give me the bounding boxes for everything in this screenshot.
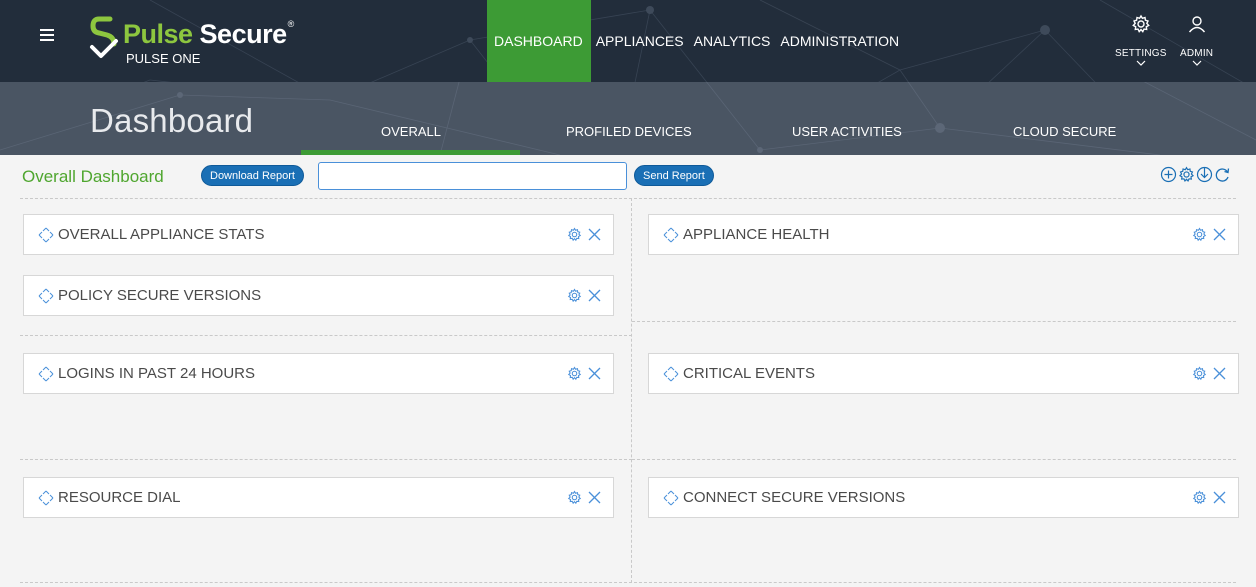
widget-connect-secure-versions: CONNECT SECURE VERSIONS — [648, 477, 1239, 518]
product-name: PULSE ONE — [126, 51, 201, 66]
widget-title: POLICY SECURE VERSIONS — [58, 287, 262, 304]
widget-title: CONNECT SECURE VERSIONS — [683, 489, 906, 506]
brand-name: Pulse Secure® — [123, 19, 294, 50]
grid-separator — [632, 321, 1236, 322]
dashboard-toolbar: Overall Dashboard Download Report Send R… — [0, 155, 1256, 198]
grid-separator — [20, 198, 1236, 199]
close-icon[interactable] — [1213, 367, 1226, 380]
brand-name-second: Secure — [192, 19, 288, 49]
dashboard-title: Overall Dashboard — [22, 167, 164, 186]
widget-policy-secure-versions: POLICY SECURE VERSIONS — [23, 275, 614, 316]
widget-title: CRITICAL EVENTS — [683, 365, 815, 382]
report-email-input[interactable] — [318, 162, 627, 190]
chevron-down-icon — [1136, 60, 1146, 66]
sub-header: Dashboard OVERALL PROFILED DEVICES USER … — [0, 82, 1256, 155]
tab-overall[interactable]: OVERALL — [381, 124, 441, 139]
refresh-icon[interactable] — [1214, 166, 1231, 183]
grid-separator — [20, 335, 632, 336]
page-title: Dashboard — [90, 102, 254, 139]
admin-menu-button[interactable]: ADMIN — [1180, 14, 1213, 66]
widget-critical-events: CRITICAL EVENTS — [648, 353, 1239, 394]
gear-icon[interactable] — [567, 288, 582, 303]
nav-dashboard[interactable]: DASHBOARD — [487, 0, 591, 82]
add-icon[interactable] — [1160, 166, 1177, 183]
move-icon[interactable] — [663, 227, 679, 243]
gear-icon — [1131, 14, 1150, 33]
gear-icon[interactable] — [1192, 366, 1207, 381]
user-icon — [1188, 16, 1205, 33]
close-icon[interactable] — [1213, 228, 1226, 241]
close-icon[interactable] — [588, 289, 601, 302]
close-icon[interactable] — [588, 228, 601, 241]
nav-appliances[interactable]: APPLIANCES — [591, 0, 689, 82]
nav-administration[interactable]: ADMINISTRATION — [775, 0, 904, 82]
close-icon[interactable] — [588, 491, 601, 504]
chevron-down-icon — [1192, 60, 1202, 66]
main-navigation: DASHBOARD APPLIANCES ANALYTICS ADMINISTR… — [487, 0, 904, 82]
move-icon[interactable] — [663, 366, 679, 382]
move-icon[interactable] — [38, 288, 54, 304]
close-icon[interactable] — [588, 367, 601, 380]
tab-cloud-secure[interactable]: CLOUD SECURE — [1013, 124, 1116, 139]
widget-appliance-health: APPLIANCE HEALTH — [648, 214, 1239, 255]
dashboard-tool-icons — [1160, 166, 1231, 183]
widget-title: OVERALL APPLIANCE STATS — [58, 226, 265, 243]
grid-separator — [20, 582, 1236, 583]
gear-icon[interactable] — [567, 366, 582, 381]
gear-icon[interactable] — [567, 227, 582, 242]
gear-icon[interactable] — [1192, 490, 1207, 505]
settings-menu-button[interactable]: SETTINGS — [1115, 14, 1167, 66]
gear-icon[interactable] — [1178, 166, 1195, 183]
download-icon[interactable] — [1196, 166, 1213, 183]
pulse-secure-logo-mark — [90, 16, 118, 58]
gear-icon[interactable] — [567, 490, 582, 505]
admin-label: ADMIN — [1180, 48, 1214, 59]
grid-separator — [631, 198, 632, 583]
hamburger-menu-icon[interactable] — [40, 29, 54, 41]
close-icon[interactable] — [1213, 491, 1226, 504]
grid-separator — [632, 459, 1236, 460]
tab-profiled-devices[interactable]: PROFILED DEVICES — [566, 124, 692, 139]
download-report-button[interactable]: Download Report — [201, 165, 304, 186]
settings-label: SETTINGS — [1115, 48, 1167, 59]
widget-logins-past-24-hours: LOGINS IN PAST 24 HOURS — [23, 353, 614, 394]
widget-resource-dial: RESOURCE DIAL — [23, 477, 614, 518]
widget-overall-appliance-stats: OVERALL APPLIANCE STATS — [23, 214, 614, 255]
widget-title: APPLIANCE HEALTH — [683, 226, 830, 243]
brand-name-first: Pulse — [123, 19, 193, 49]
move-icon[interactable] — [38, 227, 54, 243]
move-icon[interactable] — [38, 366, 54, 382]
brand-registered-mark: ® — [287, 19, 295, 29]
gear-icon[interactable] — [1192, 227, 1207, 242]
send-report-button[interactable]: Send Report — [634, 165, 714, 186]
widget-title: LOGINS IN PAST 24 HOURS — [58, 365, 255, 382]
grid-separator — [20, 459, 632, 460]
nav-analytics[interactable]: ANALYTICS — [689, 0, 776, 82]
top-header: Pulse Secure® PULSE ONE DASHBOARD APPLIA… — [0, 0, 1256, 82]
move-icon[interactable] — [38, 490, 54, 506]
widget-title: RESOURCE DIAL — [58, 489, 181, 506]
tab-user-activities[interactable]: USER ACTIVITIES — [792, 124, 902, 139]
dashboard-widget-grid: OVERALL APPLIANCE STATS POLICY SECURE VE… — [0, 198, 1256, 587]
move-icon[interactable] — [663, 490, 679, 506]
